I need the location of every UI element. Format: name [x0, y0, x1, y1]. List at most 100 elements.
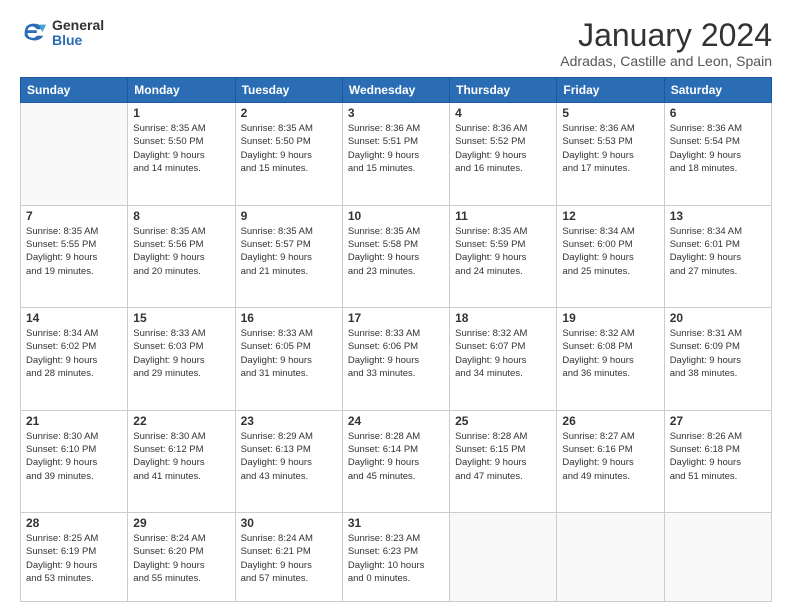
day-number: 24 — [348, 414, 444, 428]
header-wednesday: Wednesday — [342, 78, 449, 103]
calendar-body: 1 Sunrise: 8:35 AM Sunset: 5:50 PM Daylig… — [21, 103, 772, 602]
day-info: Sunrise: 8:30 AM Sunset: 6:10 PM Dayligh… — [26, 430, 122, 483]
day-cell — [21, 103, 128, 206]
location-subtitle: Adradas, Castille and Leon, Spain — [560, 53, 772, 69]
day-cell: 28Sunrise: 8:25 AM Sunset: 6:19 PM Dayli… — [21, 513, 128, 602]
day-number: 11 — [455, 209, 551, 223]
day-info: Sunrise: 8:35 AM Sunset: 5:59 PM Dayligh… — [455, 225, 551, 278]
week-row-1: 1 Sunrise: 8:35 AM Sunset: 5:50 PM Daylig… — [21, 103, 772, 206]
day-info: Sunrise: 8:34 AM Sunset: 6:02 PM Dayligh… — [26, 327, 122, 380]
day-cell: 26 Sunrise: 8:27 AM Sunset: 6:16 PM Dayli… — [557, 410, 664, 513]
day-info: Sunrise: 8:28 AM Sunset: 6:15 PM Dayligh… — [455, 430, 551, 483]
day-number: 26 — [562, 414, 658, 428]
day-cell: 31 Sunrise: 8:23 AM Sunset: 6:23 PM Dayli… — [342, 513, 449, 602]
day-cell: 27 Sunrise: 8:26 AM Sunset: 6:18 PM Dayli… — [664, 410, 771, 513]
day-cell — [450, 513, 557, 602]
day-info: Sunrise: 8:32 AM Sunset: 6:07 PM Dayligh… — [455, 327, 551, 380]
day-cell: 29Sunrise: 8:24 AM Sunset: 6:20 PM Dayli… — [128, 513, 235, 602]
day-info: Sunrise: 8:35 AM Sunset: 5:56 PM Dayligh… — [133, 225, 229, 278]
day-cell: 17 Sunrise: 8:33 AM Sunset: 6:06 PM Dayli… — [342, 308, 449, 411]
day-number: 2 — [241, 106, 337, 120]
week-row-4: 21 Sunrise: 8:30 AM Sunset: 6:10 PM Dayli… — [21, 410, 772, 513]
day-number: 27 — [670, 414, 766, 428]
day-number: 10 — [348, 209, 444, 223]
day-number: 1 — [133, 106, 229, 120]
day-cell: 7 Sunrise: 8:35 AM Sunset: 5:55 PM Daylig… — [21, 205, 128, 308]
header-monday: Monday — [128, 78, 235, 103]
day-number: 3 — [348, 106, 444, 120]
logo: General Blue — [20, 18, 104, 49]
day-number: 4 — [455, 106, 551, 120]
day-cell: 25Sunrise: 8:28 AM Sunset: 6:15 PM Dayli… — [450, 410, 557, 513]
day-info: Sunrise: 8:33 AM Sunset: 6:03 PM Dayligh… — [133, 327, 229, 380]
calendar-header: Sunday Monday Tuesday Wednesday Thursday… — [21, 78, 772, 103]
day-number: 5 — [562, 106, 658, 120]
day-cell: 19Sunrise: 8:32 AM Sunset: 6:08 PM Dayli… — [557, 308, 664, 411]
day-cell: 21 Sunrise: 8:30 AM Sunset: 6:10 PM Dayli… — [21, 410, 128, 513]
day-info: Sunrise: 8:36 AM Sunset: 5:51 PM Dayligh… — [348, 122, 444, 175]
day-info: Sunrise: 8:28 AM Sunset: 6:14 PM Dayligh… — [348, 430, 444, 483]
day-number: 9 — [241, 209, 337, 223]
logo-blue: Blue — [52, 33, 104, 48]
day-info: Sunrise: 8:33 AM Sunset: 6:05 PM Dayligh… — [241, 327, 337, 380]
day-info: Sunrise: 8:26 AM Sunset: 6:18 PM Dayligh… — [670, 430, 766, 483]
day-info: Sunrise: 8:27 AM Sunset: 6:16 PM Dayligh… — [562, 430, 658, 483]
day-cell: 13 Sunrise: 8:34 AM Sunset: 6:01 PM Dayli… — [664, 205, 771, 308]
day-info: Sunrise: 8:31 AM Sunset: 6:09 PM Dayligh… — [670, 327, 766, 380]
day-cell: 18 Sunrise: 8:32 AM Sunset: 6:07 PM Dayli… — [450, 308, 557, 411]
day-info: Sunrise: 8:24 AM Sunset: 6:20 PM Dayligh… — [133, 532, 229, 585]
day-info: Sunrise: 8:36 AM Sunset: 5:54 PM Dayligh… — [670, 122, 766, 175]
day-cell: 30 Sunrise: 8:24 AM Sunset: 6:21 PM Dayli… — [235, 513, 342, 602]
day-cell: 20Sunrise: 8:31 AM Sunset: 6:09 PM Dayli… — [664, 308, 771, 411]
day-number: 8 — [133, 209, 229, 223]
day-cell: 12Sunrise: 8:34 AM Sunset: 6:00 PM Dayli… — [557, 205, 664, 308]
header-thursday: Thursday — [450, 78, 557, 103]
day-cell: 2Sunrise: 8:35 AM Sunset: 5:50 PM Daylig… — [235, 103, 342, 206]
header-friday: Friday — [557, 78, 664, 103]
day-cell: 1 Sunrise: 8:35 AM Sunset: 5:50 PM Daylig… — [128, 103, 235, 206]
day-cell: 6Sunrise: 8:36 AM Sunset: 5:54 PM Daylig… — [664, 103, 771, 206]
title-block: January 2024 Adradas, Castille and Leon,… — [560, 18, 772, 69]
day-info: Sunrise: 8:33 AM Sunset: 6:06 PM Dayligh… — [348, 327, 444, 380]
month-title: January 2024 — [560, 18, 772, 53]
day-number: 22 — [133, 414, 229, 428]
logo-icon — [20, 19, 48, 47]
day-info: Sunrise: 8:23 AM Sunset: 6:23 PM Dayligh… — [348, 532, 444, 585]
day-cell — [664, 513, 771, 602]
day-number: 13 — [670, 209, 766, 223]
day-cell: 9Sunrise: 8:35 AM Sunset: 5:57 PM Daylig… — [235, 205, 342, 308]
day-number: 30 — [241, 516, 337, 530]
day-number: 7 — [26, 209, 122, 223]
logo-text: General Blue — [52, 18, 104, 49]
day-info: Sunrise: 8:24 AM Sunset: 6:21 PM Dayligh… — [241, 532, 337, 585]
header: General Blue January 2024 Adradas, Casti… — [20, 18, 772, 69]
day-cell: 5Sunrise: 8:36 AM Sunset: 5:53 PM Daylig… — [557, 103, 664, 206]
day-cell: 23Sunrise: 8:29 AM Sunset: 6:13 PM Dayli… — [235, 410, 342, 513]
day-cell — [557, 513, 664, 602]
header-sunday: Sunday — [21, 78, 128, 103]
day-cell: 10 Sunrise: 8:35 AM Sunset: 5:58 PM Dayli… — [342, 205, 449, 308]
day-info: Sunrise: 8:35 AM Sunset: 5:55 PM Dayligh… — [26, 225, 122, 278]
day-cell: 3 Sunrise: 8:36 AM Sunset: 5:51 PM Daylig… — [342, 103, 449, 206]
day-number: 17 — [348, 311, 444, 325]
day-number: 18 — [455, 311, 551, 325]
week-row-5: 28Sunrise: 8:25 AM Sunset: 6:19 PM Dayli… — [21, 513, 772, 602]
day-info: Sunrise: 8:35 AM Sunset: 5:50 PM Dayligh… — [133, 122, 229, 175]
logo-general: General — [52, 18, 104, 33]
weekday-header-row: Sunday Monday Tuesday Wednesday Thursday… — [21, 78, 772, 103]
week-row-2: 7 Sunrise: 8:35 AM Sunset: 5:55 PM Daylig… — [21, 205, 772, 308]
day-info: Sunrise: 8:32 AM Sunset: 6:08 PM Dayligh… — [562, 327, 658, 380]
day-info: Sunrise: 8:35 AM Sunset: 5:58 PM Dayligh… — [348, 225, 444, 278]
day-cell: 14 Sunrise: 8:34 AM Sunset: 6:02 PM Dayli… — [21, 308, 128, 411]
day-number: 16 — [241, 311, 337, 325]
day-number: 21 — [26, 414, 122, 428]
day-info: Sunrise: 8:34 AM Sunset: 6:00 PM Dayligh… — [562, 225, 658, 278]
day-cell: 24 Sunrise: 8:28 AM Sunset: 6:14 PM Dayli… — [342, 410, 449, 513]
day-info: Sunrise: 8:34 AM Sunset: 6:01 PM Dayligh… — [670, 225, 766, 278]
week-row-3: 14 Sunrise: 8:34 AM Sunset: 6:02 PM Dayli… — [21, 308, 772, 411]
day-number: 31 — [348, 516, 444, 530]
day-info: Sunrise: 8:36 AM Sunset: 5:52 PM Dayligh… — [455, 122, 551, 175]
day-number: 14 — [26, 311, 122, 325]
day-cell: 8 Sunrise: 8:35 AM Sunset: 5:56 PM Daylig… — [128, 205, 235, 308]
page: General Blue January 2024 Adradas, Casti… — [0, 0, 792, 612]
